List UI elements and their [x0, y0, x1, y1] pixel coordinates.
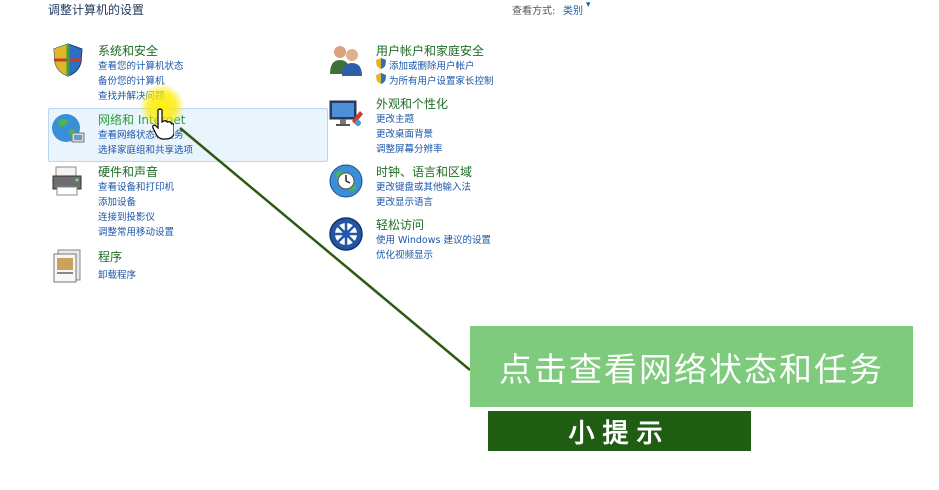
- tip-badge: 小提示: [488, 411, 751, 451]
- network-globe-icon: [52, 114, 85, 143]
- category-link[interactable]: 使用 Windows 建议的设置: [376, 232, 491, 246]
- category-link[interactable]: 优化视频显示: [376, 247, 433, 261]
- view-mode-label: 查看方式:: [512, 6, 556, 17]
- category-programs[interactable]: 程序 卸载程序: [50, 248, 320, 283]
- control-panel-header: 调整计算机的设置 查看方式: 类别 ▾: [0, 0, 939, 22]
- category-clock-language-region[interactable]: 时钟、语言和区域 更改键盘或其他输入法 更改显示语言: [328, 163, 598, 209]
- display-icon: [329, 100, 363, 126]
- category-title[interactable]: 时钟、语言和区域: [376, 163, 472, 180]
- category-system-security[interactable]: 系统和安全 查看您的计算机状态 备份您的计算机 查找并解决问题: [50, 42, 320, 102]
- category-title[interactable]: 硬件和声音: [98, 163, 158, 180]
- category-link[interactable]: 添加或删除用户帐户: [389, 58, 475, 72]
- category-link[interactable]: 更改键盘或其他输入法: [376, 179, 471, 193]
- category-link[interactable]: 更改显示语言: [376, 194, 433, 208]
- category-hardware-sound[interactable]: 硬件和声音 查看设备和打印机 添加设备 连接到投影仪 调整常用移动设置: [50, 163, 320, 238]
- tip-message-box: 点击查看网络状态和任务: [470, 326, 913, 407]
- category-link[interactable]: 查看您的计算机状态: [98, 58, 184, 72]
- category-link[interactable]: 更改主题: [376, 111, 414, 125]
- category-title[interactable]: 系统和安全: [98, 42, 158, 59]
- category-title[interactable]: 外观和个性化: [376, 95, 448, 112]
- category-network-internet[interactable]: 网络和 Internet 查看网络状态和任务 选择家庭组和共享选项: [50, 111, 320, 159]
- category-link[interactable]: 连接到投影仪: [98, 209, 155, 223]
- category-link[interactable]: 更改桌面背景: [376, 126, 433, 140]
- category-link[interactable]: 为所有用户设置家长控制: [389, 73, 494, 87]
- category-title[interactable]: 程序: [98, 248, 122, 265]
- hand-pointer-icon: [152, 108, 174, 140]
- category-link[interactable]: 卸载程序: [98, 267, 136, 281]
- page-title: 调整计算机的设置: [48, 3, 145, 17]
- uac-shield-icon: [376, 73, 386, 84]
- category-appearance[interactable]: 外观和个性化 更改主题 更改桌面背景 调整屏幕分辨率: [328, 95, 598, 155]
- chevron-down-icon[interactable]: ▾: [586, 0, 591, 10]
- category-title[interactable]: 用户帐户和家庭安全: [376, 42, 484, 59]
- ease-of-access-icon: [329, 217, 363, 251]
- category-link[interactable]: 添加设备: [98, 194, 136, 208]
- category-link[interactable]: 查看设备和打印机: [98, 179, 174, 193]
- security-shield-icon: [53, 43, 83, 77]
- view-mode-dropdown[interactable]: 类别: [563, 2, 583, 17]
- programs-icon: [53, 249, 81, 283]
- clock-globe-icon: [329, 164, 363, 198]
- category-link[interactable]: 调整屏幕分辨率: [376, 141, 443, 155]
- printer-icon: [52, 166, 82, 196]
- category-link[interactable]: 选择家庭组和共享选项: [98, 142, 193, 156]
- users-icon: [330, 46, 362, 76]
- category-user-accounts[interactable]: 用户帐户和家庭安全 添加或删除用户帐户 为所有用户设置家长控制: [328, 42, 598, 88]
- category-link[interactable]: 调整常用移动设置: [98, 224, 174, 238]
- category-title[interactable]: 轻松访问: [376, 216, 424, 233]
- category-ease-of-access[interactable]: 轻松访问 使用 Windows 建议的设置 优化视频显示: [328, 216, 598, 262]
- uac-shield-icon: [376, 58, 386, 69]
